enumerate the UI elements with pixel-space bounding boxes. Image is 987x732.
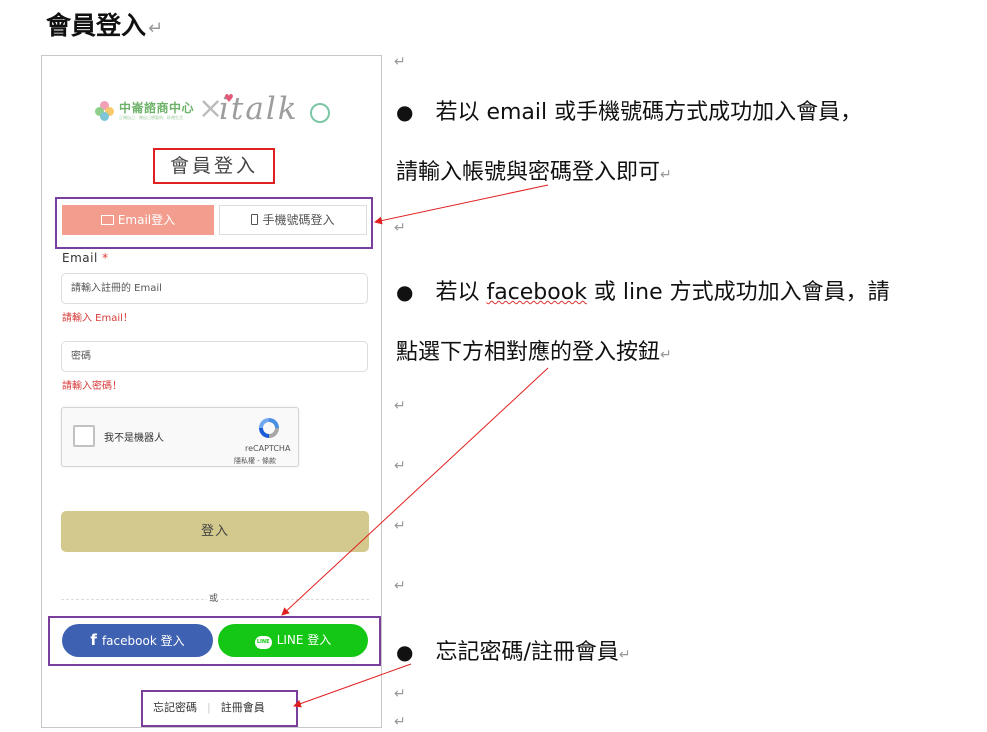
annotation-arrows — [281, 184, 549, 708]
arrow-to-tabs — [374, 184, 549, 225]
arrow-to-social — [281, 367, 549, 616]
arrow-to-links — [293, 663, 412, 708]
